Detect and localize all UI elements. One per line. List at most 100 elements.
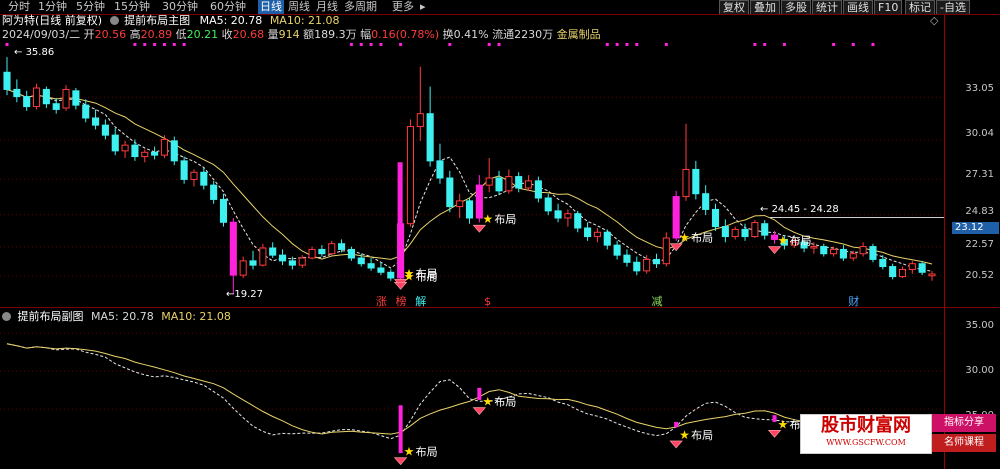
candle-body[interactable]: [62, 88, 70, 109]
candle-body[interactable]: [810, 246, 818, 249]
candle-body[interactable]: [741, 228, 749, 238]
candle-body[interactable]: [131, 144, 139, 158]
candle-body[interactable]: [347, 248, 355, 259]
candle-body[interactable]: [495, 177, 503, 192]
candle-body[interactable]: [72, 90, 80, 106]
kline-chart[interactable]: ★布局★布局★布局★布局★布局涨榜解$减财★布局★布局★布局★布局: [0, 0, 944, 469]
candle-body[interactable]: [898, 268, 907, 278]
candle-body[interactable]: [13, 88, 21, 98]
candle-body[interactable]: [711, 208, 720, 228]
candle-body[interactable]: [485, 177, 493, 186]
candle-body[interactable]: [101, 124, 109, 136]
candle-body[interactable]: [32, 87, 41, 108]
candle-body[interactable]: [613, 244, 621, 256]
candle-body[interactable]: [180, 160, 188, 180]
candle-body[interactable]: [534, 180, 542, 199]
candle-body[interactable]: [278, 254, 287, 262]
candle-body[interactable]: [249, 260, 257, 266]
candle-body[interactable]: [446, 177, 454, 208]
candle-body[interactable]: [387, 271, 395, 279]
candle-body[interactable]: [170, 140, 178, 162]
candle-body[interactable]: [298, 257, 306, 266]
candle-body[interactable]: [160, 138, 168, 156]
candle-body[interactable]: [357, 257, 365, 265]
candle-body[interactable]: [515, 176, 523, 189]
candle-body[interactable]: [928, 273, 936, 277]
candle-body[interactable]: [416, 113, 424, 128]
candle-body[interactable]: [751, 222, 759, 238]
candle-body[interactable]: [761, 223, 769, 236]
candle-body[interactable]: [259, 247, 267, 266]
candle-body[interactable]: [623, 254, 631, 263]
candle-body[interactable]: [652, 258, 661, 265]
event-marker[interactable]: 涨: [376, 295, 387, 308]
candle-body[interactable]: [830, 248, 838, 255]
event-marker[interactable]: $: [484, 295, 491, 308]
candle-body[interactable]: [151, 151, 159, 156]
candle-body[interactable]: [82, 104, 90, 119]
candle-body[interactable]: [456, 200, 464, 208]
candle-body[interactable]: [42, 88, 50, 105]
candle-body[interactable]: [721, 226, 729, 238]
event-marker[interactable]: 解: [415, 294, 426, 308]
candle-body[interactable]: [820, 246, 828, 255]
candle-body[interactable]: [662, 237, 670, 265]
candle-body[interactable]: [702, 193, 710, 210]
candle-body[interactable]: [111, 134, 119, 152]
candle-body[interactable]: [23, 96, 31, 108]
candle-body[interactable]: [633, 261, 641, 272]
candle-body[interactable]: [889, 266, 897, 278]
candle-body[interactable]: [328, 243, 336, 255]
candle-body[interactable]: [190, 171, 198, 180]
candle-body[interactable]: [593, 231, 601, 238]
candle-body[interactable]: [436, 160, 444, 179]
candle-body[interactable]: [869, 246, 877, 260]
candle-body[interactable]: [879, 258, 887, 268]
candle-body[interactable]: [918, 263, 926, 273]
candle-body[interactable]: [692, 168, 700, 195]
candle-body[interactable]: [308, 248, 316, 259]
candle-body[interactable]: [219, 198, 228, 223]
candle-body[interactable]: [584, 227, 592, 238]
candle-body[interactable]: [200, 171, 208, 186]
candle-body[interactable]: [367, 263, 375, 269]
candle-body[interactable]: [92, 117, 100, 126]
candle-body[interactable]: [554, 210, 562, 219]
candle-body[interactable]: [269, 247, 277, 256]
candle-body[interactable]: [643, 258, 651, 272]
event-marker[interactable]: 减: [651, 295, 662, 308]
candle-body[interactable]: [52, 103, 60, 110]
candle-body[interactable]: [839, 248, 847, 259]
candle-body[interactable]: [377, 267, 385, 273]
candle-body[interactable]: [210, 184, 218, 200]
candle-body[interactable]: [465, 200, 474, 219]
candle-body[interactable]: [908, 263, 916, 270]
candle-body[interactable]: [288, 260, 296, 266]
candle-body[interactable]: [524, 180, 533, 189]
main-price-axis-line: [944, 15, 945, 307]
signal-dot: [182, 43, 186, 46]
candle-body[interactable]: [603, 231, 611, 246]
candle-body[interactable]: [338, 243, 346, 250]
candle-body[interactable]: [406, 126, 415, 225]
watermark-title: 股市财富网: [821, 415, 911, 436]
candle-body[interactable]: [574, 213, 582, 229]
candle-body[interactable]: [239, 260, 247, 276]
candle-body[interactable]: [229, 221, 237, 276]
candle-body[interactable]: [121, 144, 129, 152]
candle-body[interactable]: [544, 197, 552, 212]
candle-body[interactable]: [859, 246, 867, 255]
event-marker[interactable]: 财: [848, 294, 859, 308]
signal-dot: [349, 43, 353, 46]
candle-body[interactable]: [318, 248, 326, 255]
event-marker[interactable]: 榜: [396, 294, 407, 308]
candle-body[interactable]: [505, 176, 513, 192]
candle-body[interactable]: [731, 228, 739, 238]
candle-body[interactable]: [849, 253, 857, 259]
candle-body[interactable]: [682, 168, 690, 198]
candle-body[interactable]: [141, 151, 149, 158]
candle-body[interactable]: [564, 213, 572, 219]
buy-signal-star-icon: ★: [778, 234, 789, 248]
candle-body[interactable]: [3, 71, 11, 90]
candle-body[interactable]: [426, 113, 434, 162]
